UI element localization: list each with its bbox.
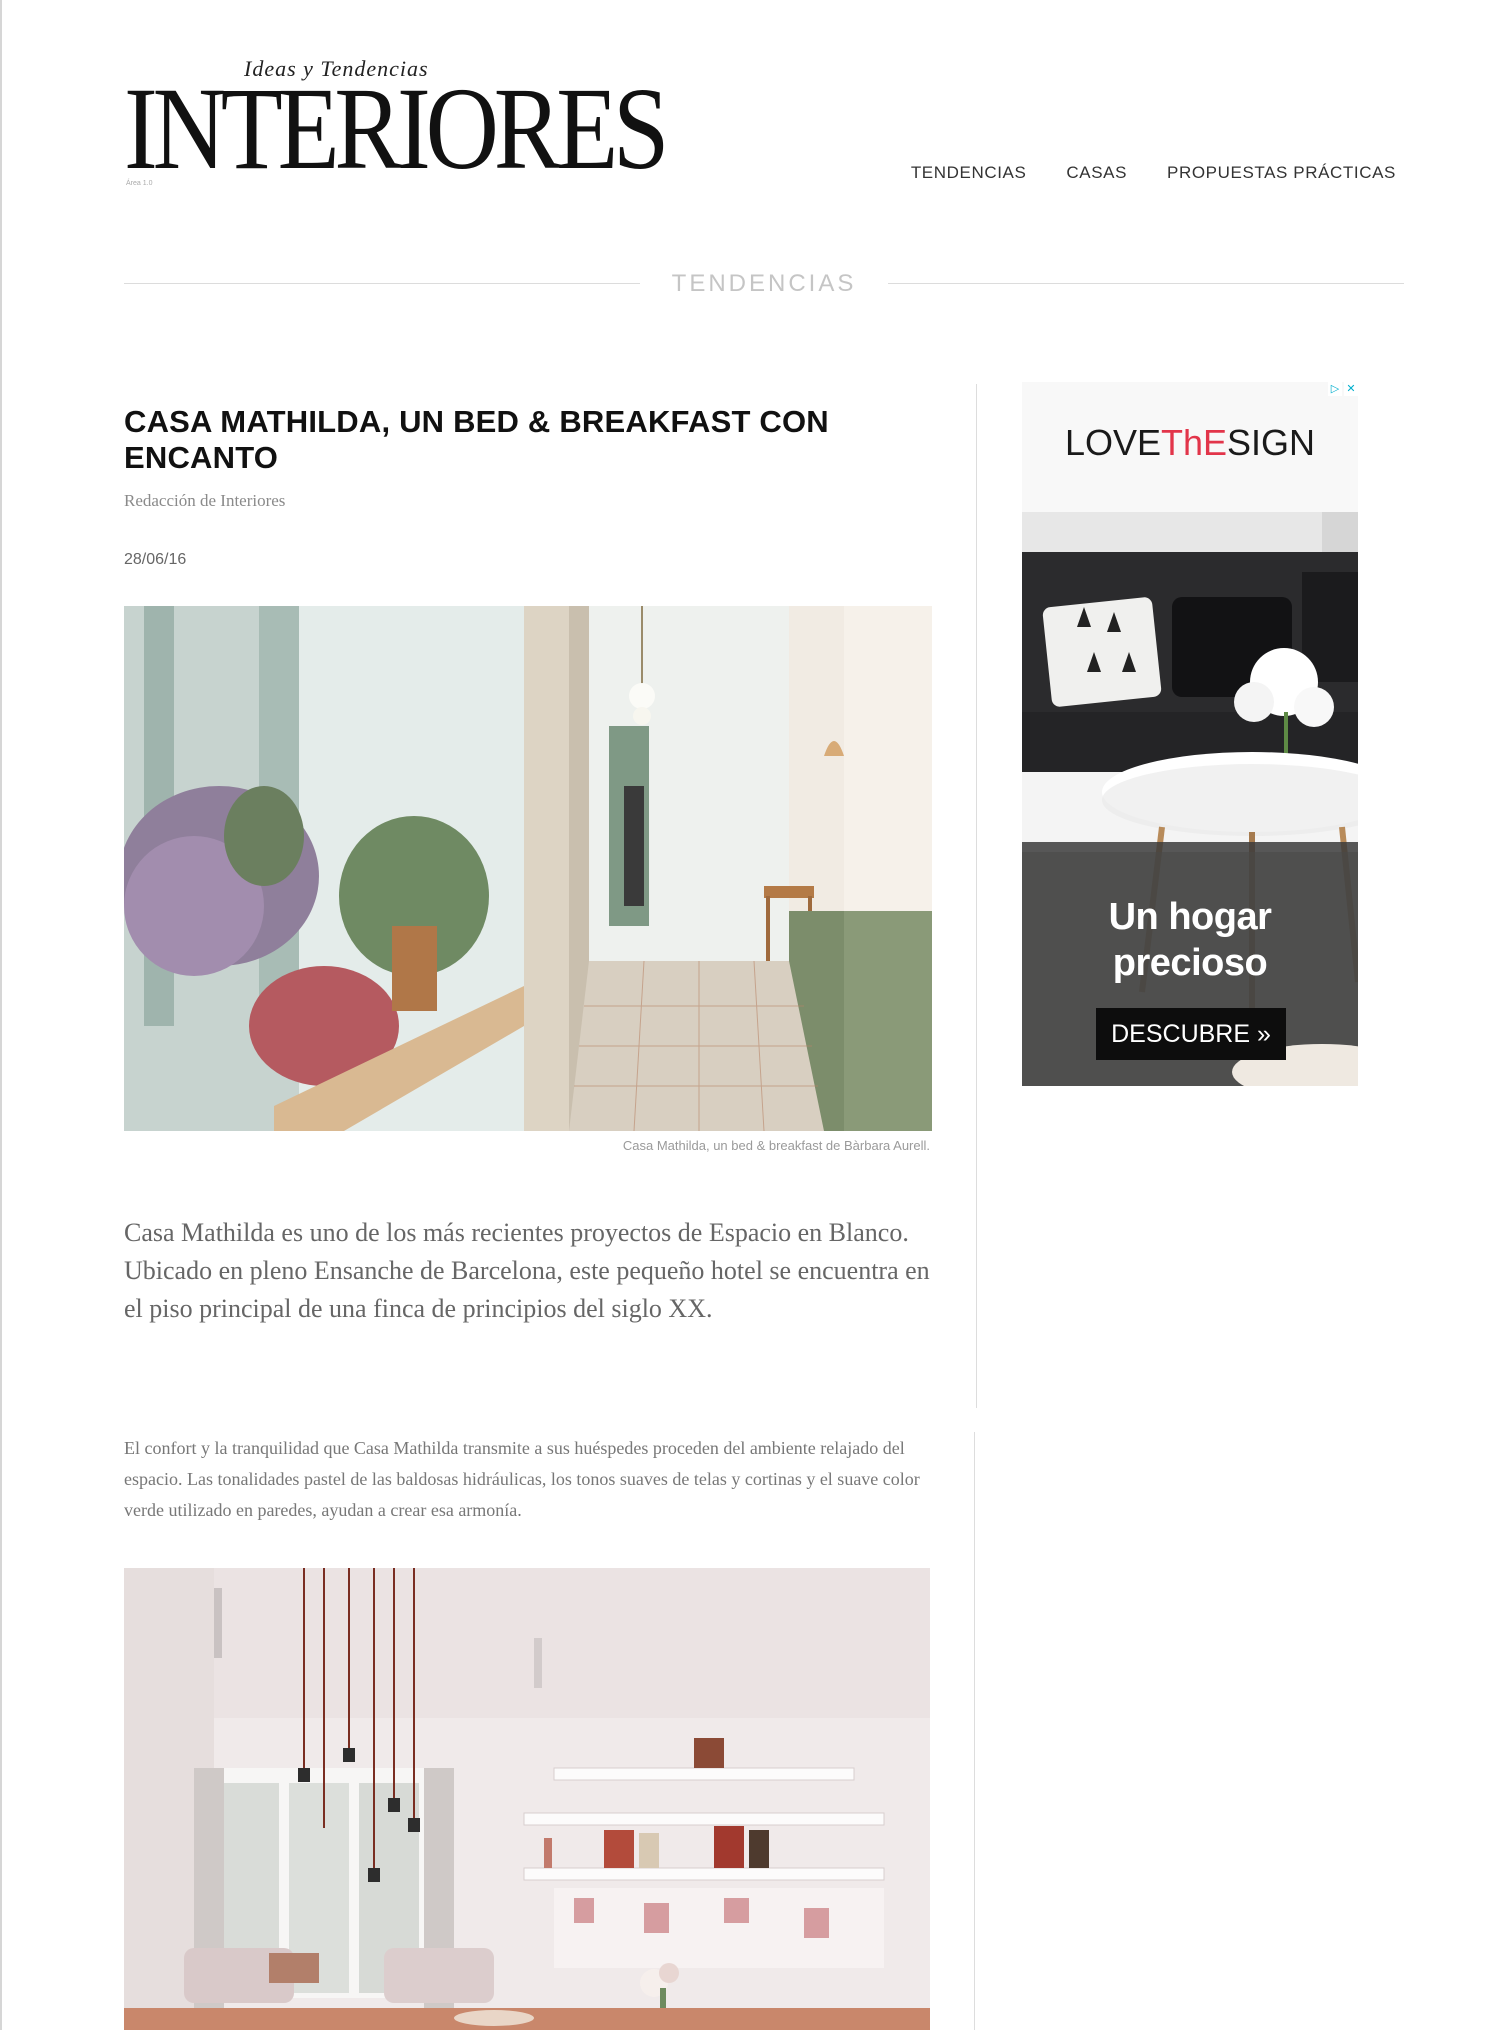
close-icon[interactable]: ✕ — [1344, 382, 1358, 396]
ad-headline: Un hogar precioso — [1022, 894, 1358, 986]
logo-wordmark: INTERIORES — [124, 63, 669, 194]
ad-headline-line-2: precioso — [1112, 942, 1268, 984]
section-header: TENDENCIAS — [124, 266, 1404, 306]
section-rule-right — [888, 283, 1404, 284]
photo-caption: Casa Mathilda, un bed & breakfast de Bàr… — [622, 1138, 930, 1153]
nav-item-propuestas-practicas[interactable]: PROPUESTAS PRÁCTICAS — [1167, 163, 1396, 183]
lounge-photo-illustration — [124, 1568, 930, 2030]
article-photo-hallway — [124, 606, 932, 1131]
ad-brand-part-1: LOVE — [1064, 422, 1161, 463]
article-byline[interactable]: Redacción de Interiores — [124, 491, 285, 511]
section-rule-left — [124, 283, 640, 284]
ad-brand-part-2: ThE — [1161, 422, 1228, 463]
adchoices-icon[interactable]: ▷ — [1328, 382, 1342, 396]
article-title: CASA MATHILDA, UN BED & BREAKFAST CON EN… — [124, 404, 829, 475]
column-divider-lower — [974, 1432, 975, 2030]
sidebar-advertisement[interactable]: ▷ ✕ LOVEThESIGN Un hogar precioso DESCUB… — [1022, 382, 1358, 1086]
site-logo[interactable]: Ideas y Tendencias INTERIORES Área 1.0 — [124, 56, 669, 196]
ad-badge: ▷ ✕ — [1328, 382, 1358, 396]
section-label[interactable]: TENDENCIAS — [640, 270, 888, 298]
nav-item-casas[interactable]: CASAS — [1066, 163, 1127, 183]
column-divider — [976, 384, 977, 1408]
hallway-photo-illustration — [124, 606, 932, 1131]
ad-headline-line-1: Un hogar — [1108, 896, 1272, 938]
ad-brand-logo: LOVEThESIGN — [1022, 422, 1358, 464]
ad-cta-button[interactable]: DESCUBRE » — [1096, 1008, 1286, 1060]
page-frame-left — [0, 0, 2, 2030]
article-lead-paragraph: Casa Mathilda es uno de los más reciente… — [124, 1218, 930, 1323]
article-date: 28/06/16 — [124, 551, 187, 568]
nav-item-tendencias[interactable]: TENDENCIAS — [911, 163, 1027, 183]
logo-small-print: Área 1.0 — [126, 180, 153, 187]
article-photo-lounge — [124, 1568, 930, 2030]
main-nav: TENDENCIAS CASAS PROPUESTAS PRÁCTICAS — [911, 163, 1396, 183]
article-body-paragraph: El confort y la tranquilidad que Casa Ma… — [124, 1438, 920, 1520]
ad-brand-part-3: SIGN — [1227, 422, 1316, 463]
